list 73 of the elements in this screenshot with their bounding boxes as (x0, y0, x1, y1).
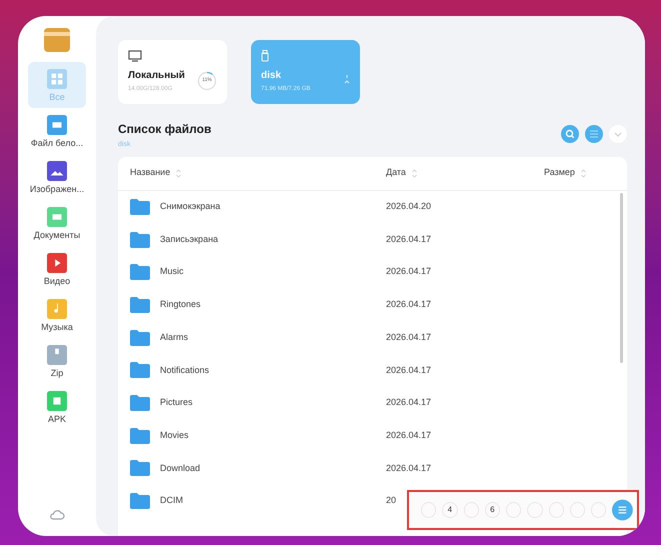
zip-category-icon (47, 344, 67, 364)
file-row[interactable]: Снимокэкрана 2026.04.20 (118, 190, 627, 224)
folder-icon (130, 428, 150, 444)
list-view-button[interactable] (585, 124, 603, 142)
file-name: Movies (160, 428, 189, 442)
folder-icon (130, 264, 150, 280)
folder-icon (130, 198, 150, 215)
image-category-icon (47, 160, 67, 180)
file-row[interactable]: Pictures 2026.04.17 (118, 386, 627, 420)
file-name: Music (160, 265, 184, 278)
folder-app-icon (44, 28, 70, 52)
usb-drive-icon (261, 50, 269, 62)
folder-icon (130, 362, 150, 378)
sidebar-item[interactable]: Файл бело... (28, 108, 86, 154)
file-name: Alarms (160, 330, 188, 344)
all-category-icon (47, 68, 67, 88)
doc-category-icon (47, 206, 67, 226)
file-name: Pictures (160, 396, 193, 410)
folder-icon (130, 232, 150, 248)
doc-category-icon (47, 114, 67, 134)
file-name: Notifications (160, 364, 210, 377)
file-date: 2026.04.17 (386, 232, 432, 246)
folder-icon (130, 460, 150, 476)
file-date: 2026.04.17 (386, 428, 432, 442)
section-title: Список файлов (118, 121, 212, 138)
sidebar-item[interactable]: Zip (28, 338, 86, 384)
file-row[interactable]: Alarms 2026.04.17 (118, 321, 627, 354)
file-name: Записьэкрана (160, 232, 218, 246)
sort-arrows-icon[interactable] (176, 168, 182, 178)
file-row[interactable]: Movies 2026.04.17 (118, 419, 627, 452)
folder-icon (130, 296, 150, 313)
toolbar-item[interactable]: 4 (442, 502, 458, 518)
apk-category-icon (47, 390, 67, 410)
file-name: Снимокэкрана (160, 200, 220, 214)
folder-icon (130, 493, 150, 510)
file-date: 2026.04.20 (386, 200, 432, 214)
file-date: 2026.04.17 (386, 298, 432, 312)
music-category-icon (47, 298, 67, 318)
file-date: 2026.04.17 (386, 265, 432, 278)
file-date: 2026.04.17 (386, 364, 432, 377)
cloud-icon[interactable] (49, 509, 65, 520)
file-row[interactable]: Download 2026.04.17 (118, 452, 627, 485)
toolbar-item[interactable]: 6 (484, 502, 500, 518)
file-name: Ringtones (160, 298, 201, 312)
storage-name: Локальный (128, 69, 185, 83)
file-date: 20 (386, 494, 396, 508)
sidebar-item[interactable]: APK (28, 384, 86, 430)
file-date: 2026.04.17 (386, 462, 432, 475)
file-row[interactable]: Записьэкрана 2026.04.17 (118, 223, 627, 256)
file-row[interactable]: Music 2026.04.17 (118, 256, 627, 289)
sidebar-item[interactable]: Музыка (28, 292, 86, 338)
sidebar-item[interactable]: Документы (28, 200, 86, 246)
menu-button[interactable] (612, 499, 634, 521)
sidebar-item[interactable]: Видео (28, 246, 86, 292)
column-header[interactable]: Размер (544, 166, 575, 180)
sidebar-item[interactable]: Изображен... (28, 154, 86, 200)
file-name: DCIM (160, 494, 183, 508)
storage-name: disk (261, 69, 282, 83)
file-name: Download (160, 462, 200, 475)
file-row[interactable]: Notifications 2026.04.17 (118, 354, 627, 387)
sort-arrows-icon[interactable] (412, 168, 417, 178)
sort-arrows-icon[interactable] (580, 168, 586, 178)
column-header[interactable]: Дата (386, 166, 406, 180)
sort-button[interactable] (609, 124, 627, 142)
column-header[interactable]: Название (130, 166, 170, 180)
video-category-icon (47, 252, 67, 272)
file-date: 2026.04.17 (386, 396, 432, 410)
monitor-icon (128, 50, 142, 62)
search-button[interactable] (561, 124, 579, 142)
folder-icon (130, 394, 150, 411)
file-row[interactable]: Ringtones 2026.04.17 (118, 288, 627, 322)
file-date: 2026.04.17 (386, 330, 432, 344)
folder-icon (130, 330, 150, 346)
